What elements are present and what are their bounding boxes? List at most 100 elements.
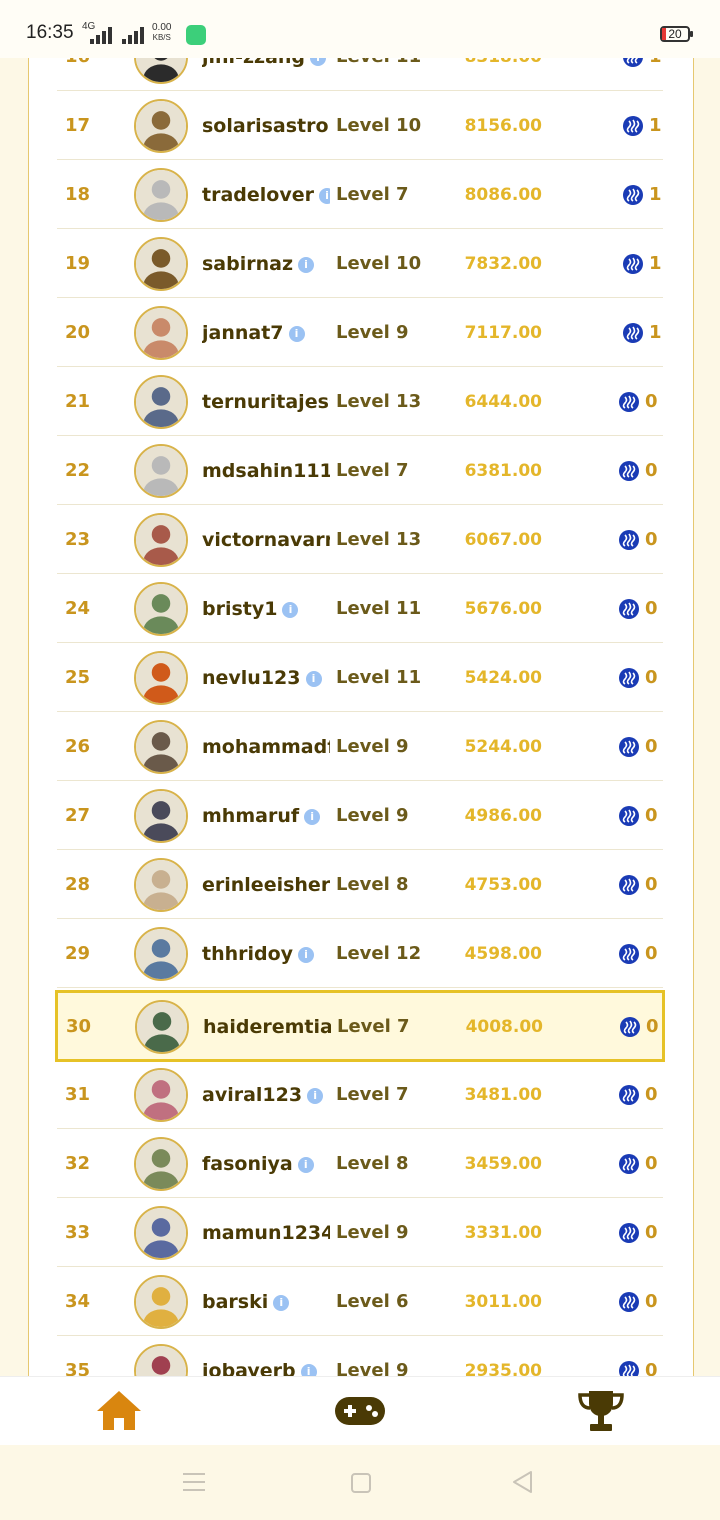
user-level: Level 7 [337,1016,410,1037]
leaderboard-row[interactable]: 21 ternuritajessi Level 13 6444.00 0 [57,368,663,436]
steem-coin-icon [619,1085,639,1105]
leaderboard-row[interactable]: 29 thhridoy i Level 12 4598.00 0 [57,920,663,988]
signal-icon-2 [122,26,146,44]
username[interactable]: bristy1 i [202,575,330,643]
home-button[interactable] [94,1387,144,1435]
username-text: mdsahin111 [202,460,330,482]
leaderboard-row[interactable]: 20 jannat7 i Level 9 7117.00 1 [57,299,663,367]
avatar[interactable] [135,1000,189,1054]
avatar[interactable] [134,168,188,222]
username[interactable]: solarisastroi [202,92,330,160]
leaderboard-row[interactable]: 28 erinleeisherei Level 8 4753.00 0 [57,851,663,919]
info-icon[interactable]: i [307,1088,324,1104]
username[interactable]: haideremtiazi [203,993,331,1061]
username[interactable]: tradelover i [202,161,330,229]
points: 6067.00 [464,530,542,550]
points: 5424.00 [464,668,542,688]
username-text: victornavarr [202,529,330,551]
user-level: Level 9 [336,736,409,757]
username[interactable]: ternuritajessi [202,368,330,436]
info-icon[interactable]: i [273,1295,290,1311]
rank-number: 22 [65,460,91,481]
avatar[interactable] [134,720,188,774]
steem-coin-icon [619,737,639,757]
points: 6444.00 [464,392,542,412]
avatar[interactable] [134,444,188,498]
avatar[interactable] [134,927,188,981]
username[interactable]: victornavarri [202,506,330,574]
username-text: mohammadf [202,736,330,758]
username-text: bristy1 [202,598,278,620]
back-icon[interactable] [511,1470,533,1494]
leaderboard-row[interactable]: 30 haideremtiazi Level 7 4008.00 0 [55,990,665,1062]
username[interactable]: nevlu123 i [202,644,330,712]
leaderboard-row[interactable]: 32 fasoniya i Level 8 3459.00 0 [57,1130,663,1198]
info-icon[interactable]: i [298,947,315,963]
info-icon[interactable]: i [282,602,299,618]
reward-amount: 1 [649,253,662,274]
home-square-icon[interactable] [350,1472,372,1494]
username[interactable]: fasoniya i [202,1130,330,1198]
steem-coin-icon [619,392,639,412]
avatar[interactable] [134,99,188,153]
rank-number: 21 [65,391,91,412]
username-text: aviral123 [202,1084,303,1106]
avatar[interactable] [134,1206,188,1260]
leaderboard-row[interactable]: 19 sabirnaz i Level 10 7832.00 1 [57,230,663,298]
username[interactable]: jobayerb i [202,1337,330,1380]
avatar[interactable] [134,1137,188,1191]
points: 8156.00 [464,116,542,136]
info-icon[interactable]: i [288,326,305,342]
avatar[interactable] [134,1275,188,1329]
avatar[interactable] [134,513,188,567]
username[interactable]: mhmaruf i [202,782,330,850]
leaderboard-row[interactable]: 24 bristy1 i Level 11 5676.00 0 [57,575,663,643]
avatar[interactable] [134,651,188,705]
avatar[interactable] [134,237,188,291]
leaderboard-row[interactable]: 33 mamun12345i Level 9 3331.00 0 [57,1199,663,1267]
avatar[interactable] [134,1344,188,1380]
leaderboard-row[interactable]: 18 tradelover i Level 7 8086.00 1 [57,161,663,229]
leaderboard-row[interactable]: 27 mhmaruf i Level 9 4986.00 0 [57,782,663,850]
user-level: Level 10 [336,115,422,136]
avatar[interactable] [134,306,188,360]
avatar[interactable] [134,858,188,912]
app-notification-icon [186,25,206,45]
username[interactable]: sabirnaz i [202,230,330,298]
avatar[interactable] [134,582,188,636]
user-level: Level 7 [336,1084,409,1105]
leaderboard-row[interactable]: 23 victornavarri Level 13 6067.00 0 [57,506,663,574]
info-icon[interactable]: i [297,1157,314,1173]
username-text: jannat7 [202,322,284,344]
leaderboard-row[interactable]: 34 barski i Level 6 3011.00 0 [57,1268,663,1336]
avatar[interactable] [134,375,188,429]
steem-coin-icon [619,530,639,550]
info-icon[interactable]: i [304,809,321,825]
leaderboard-row[interactable]: 22 mdsahin111i Level 7 6381.00 0 [57,437,663,505]
username[interactable]: mdsahin111i [202,437,330,505]
rank-number: 34 [65,1291,91,1312]
username[interactable]: erinleeisherei [202,851,330,919]
leaderboard-row[interactable]: 17 solarisastroi Level 10 8156.00 1 [57,92,663,160]
leaderboard-row[interactable]: 35 jobayerb i Level 9 2935.00 0 [57,1337,663,1380]
leaderboard-row[interactable]: 26 mohammadfi Level 9 5244.00 0 [57,713,663,781]
leaderboard-button[interactable] [577,1387,625,1435]
info-icon[interactable]: i [318,188,330,204]
username[interactable]: jannat7 i [202,299,330,367]
games-button[interactable] [333,1387,387,1435]
username[interactable]: thhridoy i [202,920,330,988]
username[interactable]: mohammadfi [202,713,330,781]
username[interactable]: aviral123 i [202,1061,330,1129]
info-icon[interactable]: i [298,257,315,273]
avatar[interactable] [134,1068,188,1122]
info-icon[interactable]: i [305,671,322,687]
reward-amount: 0 [646,1016,659,1037]
rank-number: 28 [65,874,91,895]
avatar[interactable] [134,789,188,843]
menu-icon[interactable] [183,1472,205,1492]
leaderboard-row[interactable]: 25 nevlu123 i Level 11 5424.00 0 [57,644,663,712]
username[interactable]: barski i [202,1268,330,1336]
user-level: Level 12 [336,943,422,964]
leaderboard-row[interactable]: 31 aviral123 i Level 7 3481.00 0 [57,1061,663,1129]
username[interactable]: mamun12345i [202,1199,330,1267]
